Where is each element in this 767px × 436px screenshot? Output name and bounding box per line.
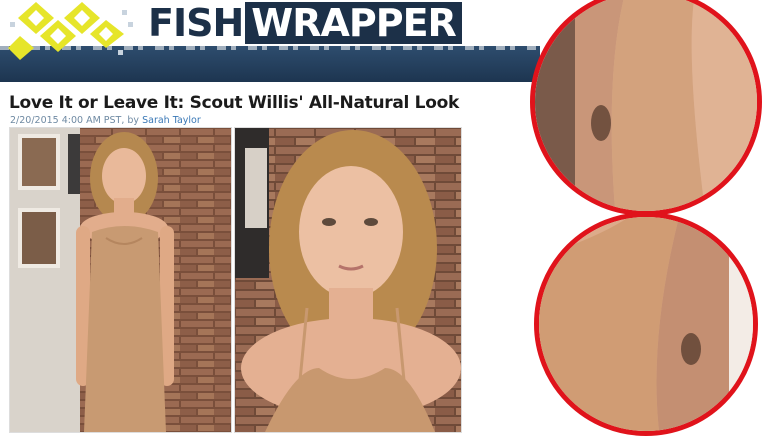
site-header: FISH WRAPPER [0, 0, 540, 82]
pixel-diamond-logo-icon[interactable] [6, 0, 136, 62]
site-logo-wordmark[interactable]: FISH WRAPPER [146, 2, 462, 44]
zoom-circle-detail-bottom [534, 212, 758, 436]
article-byline: 2/20/2015 4:00 AM PST, by Sarah Taylor [10, 115, 201, 126]
article-headline[interactable]: Love It or Leave It: Scout Willis' All-N… [9, 93, 459, 113]
zoom-circle-detail-top [530, 0, 762, 216]
brand-fish: FISH [148, 1, 244, 45]
article-date: 2/20/2015 4:00 AM PST, by [10, 115, 140, 126]
article-photo-full-length[interactable] [9, 127, 232, 433]
brand-wrapper: WRAPPER [245, 2, 462, 44]
article-photo-close-up[interactable] [234, 127, 462, 433]
author-link[interactable]: Sarah Taylor [142, 115, 201, 126]
